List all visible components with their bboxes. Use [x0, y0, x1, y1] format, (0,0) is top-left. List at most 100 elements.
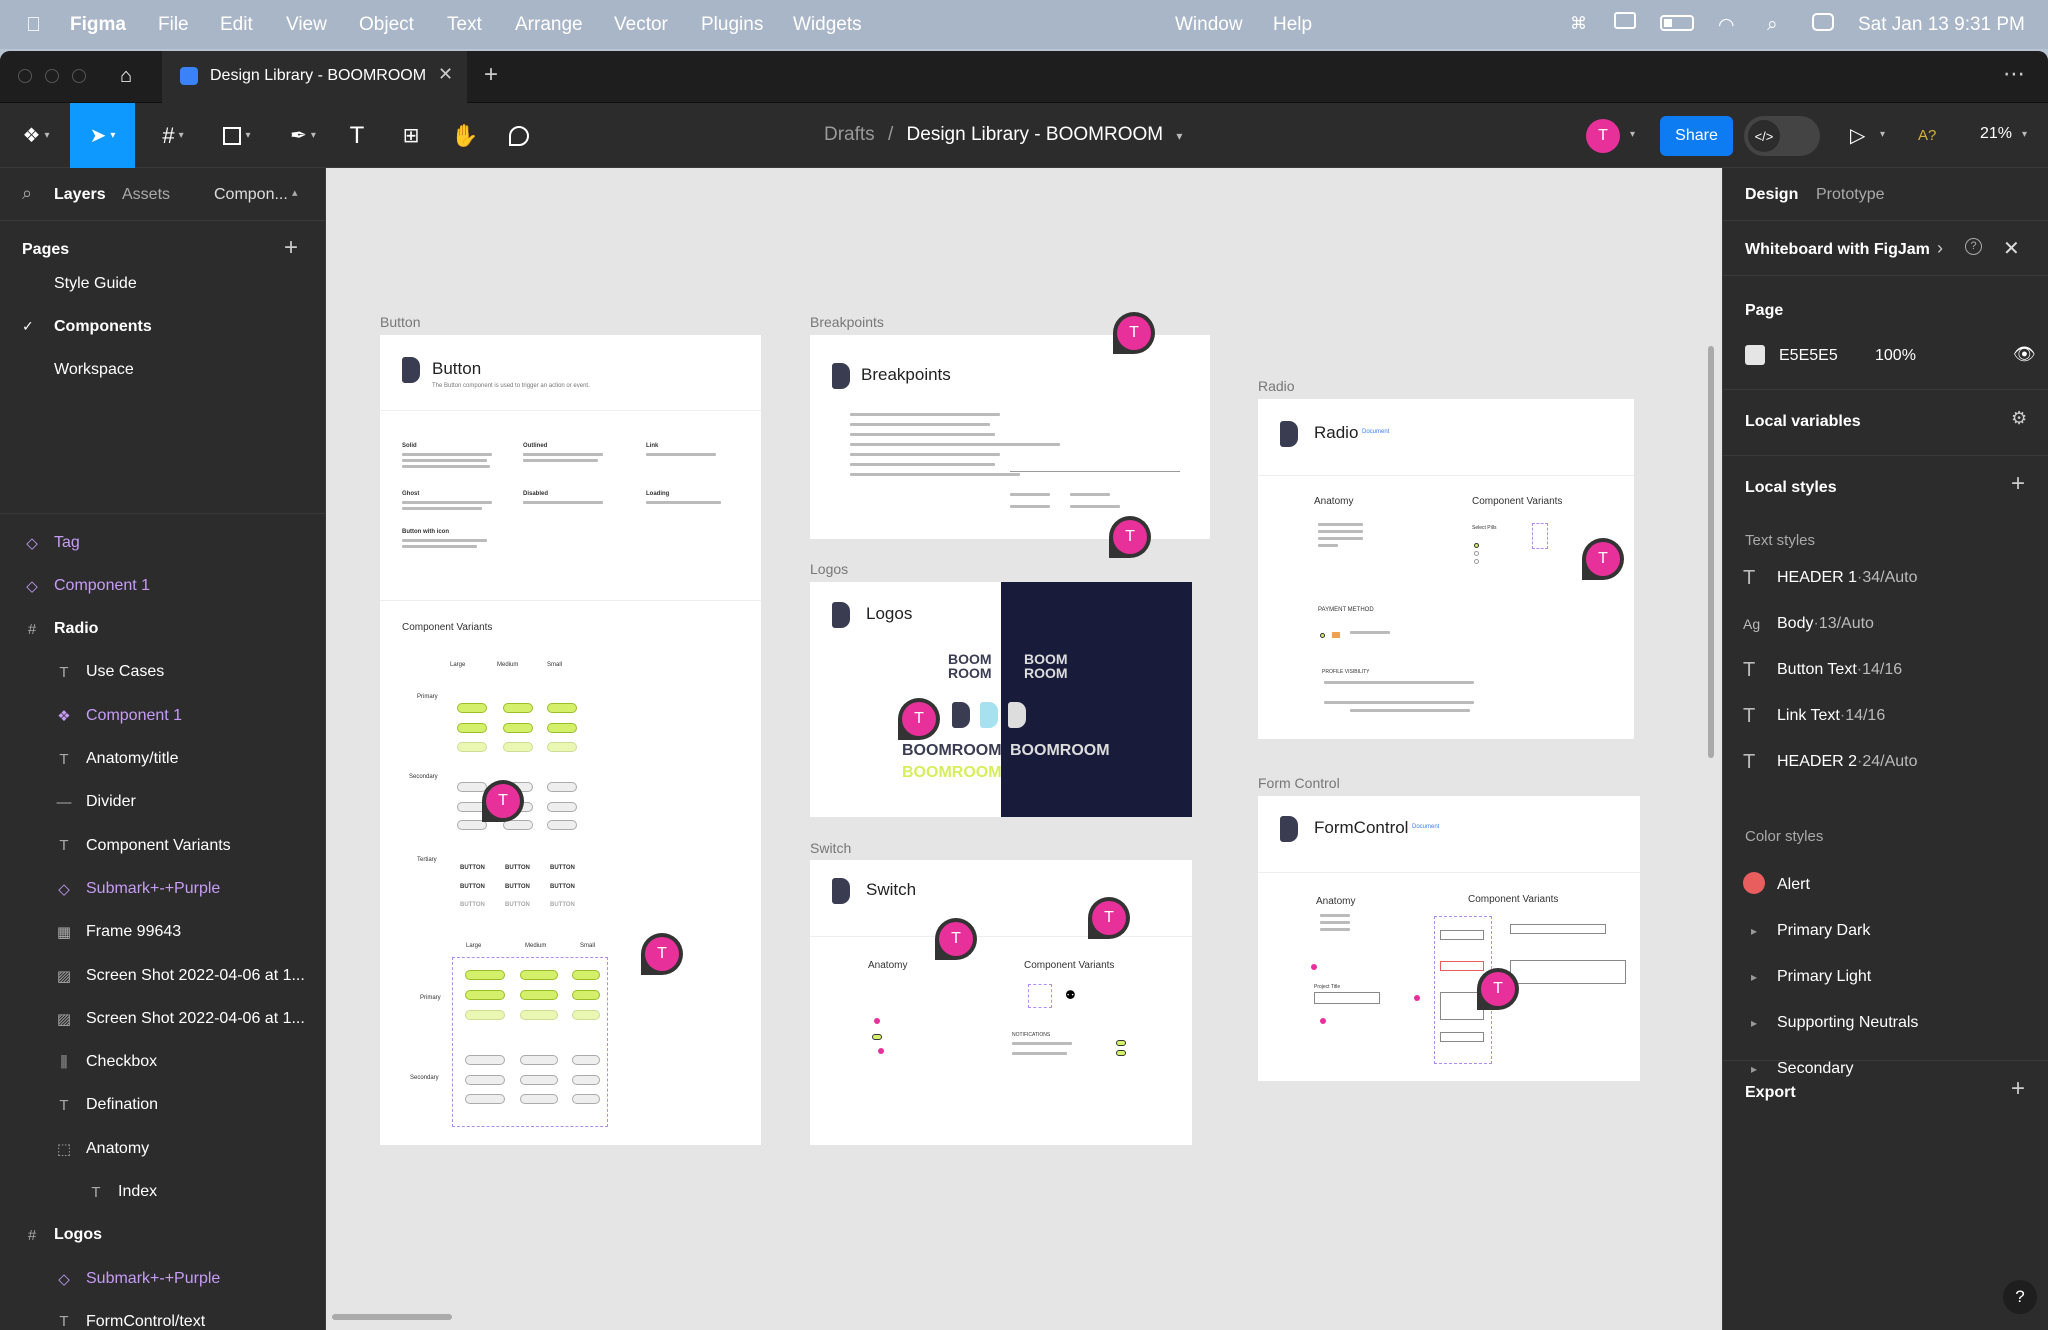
- minimize-window-button[interactable]: [45, 69, 59, 83]
- page-color-hex[interactable]: E5E5E5: [1779, 347, 1838, 365]
- chevron-right-icon[interactable]: ›: [1937, 238, 1943, 259]
- menu-view[interactable]: View: [286, 14, 327, 36]
- page-item-components[interactable]: ✓ Components: [0, 305, 325, 348]
- layer-item[interactable]: T Anatomy/title: [0, 738, 325, 781]
- text-style-item[interactable]: T Button Text · 14/16: [1743, 650, 1902, 690]
- chevron-down-icon[interactable]: ▾: [2022, 129, 2027, 140]
- frame-radio[interactable]: Radio Document Anatomy Component Variant…: [1258, 399, 1634, 739]
- eye-icon[interactable]: 👁: [2013, 344, 2036, 365]
- layer-item[interactable]: T Defination: [0, 1084, 325, 1127]
- layer-item[interactable]: ◇ Submark+-+Purple: [0, 867, 325, 910]
- more-options-icon[interactable]: ⋯: [2003, 61, 2025, 87]
- tab-assets[interactable]: Assets: [122, 186, 170, 204]
- layer-item[interactable]: T Component Variants: [0, 824, 325, 867]
- menu-object[interactable]: Object: [359, 14, 414, 36]
- layer-item[interactable]: T Index: [0, 1171, 325, 1214]
- tab-design[interactable]: Design: [1745, 186, 1798, 204]
- chevron-up-icon[interactable]: ▴: [292, 186, 298, 199]
- home-icon[interactable]: ⌂: [120, 65, 144, 87]
- apple-icon[interactable]: : [26, 14, 41, 37]
- tab-layers[interactable]: Layers: [54, 186, 106, 204]
- frame-switch[interactable]: Switch Anatomy Component Variants ⚉ NOTI…: [810, 860, 1192, 1145]
- layer-item[interactable]: ◇ Submark+-+Purple: [0, 1257, 325, 1300]
- menu-text[interactable]: Text: [447, 14, 482, 36]
- text-style-item[interactable]: T Link Text · 14/16: [1743, 696, 1885, 736]
- hand-tool-button[interactable]: ✋: [450, 103, 480, 168]
- page-item-style-guide[interactable]: Style Guide: [0, 262, 325, 305]
- frame-label-form-control[interactable]: Form Control: [1258, 775, 1340, 791]
- frame-button[interactable]: Button The Button component is used to t…: [380, 335, 761, 1145]
- design-canvas[interactable]: Button Button The Button component is us…: [326, 168, 1722, 1330]
- text-style-item[interactable]: Ag Body · 13/Auto: [1743, 604, 1874, 644]
- menubar-datetime[interactable]: Sat Jan 13 9:31 PM: [1858, 14, 2025, 36]
- search-icon[interactable]: ⌕: [22, 183, 32, 204]
- battery-icon[interactable]: [1660, 15, 1694, 31]
- frame-breakpoints[interactable]: Breakpoints: [810, 335, 1210, 539]
- figjam-banner-title[interactable]: Whiteboard with FigJam: [1745, 241, 1930, 259]
- layer-item[interactable]: T Use Cases: [0, 651, 325, 694]
- help-button[interactable]: ?: [2003, 1280, 2037, 1314]
- play-icon[interactable]: ▷: [1850, 123, 1865, 148]
- page-color-swatch[interactable]: [1745, 345, 1765, 365]
- text-style-item[interactable]: T HEADER 1 · 34/Auto: [1743, 558, 1918, 598]
- help-circle-icon[interactable]: ?: [1965, 238, 1982, 255]
- page-opacity[interactable]: 100%: [1875, 347, 1916, 365]
- chevron-down-icon[interactable]: ▾: [1880, 129, 1885, 140]
- local-variables-label[interactable]: Local variables: [1745, 413, 1861, 431]
- dev-mode-toggle[interactable]: </>: [1744, 116, 1820, 156]
- comment-tool-button[interactable]: [504, 103, 534, 168]
- page-item-workspace[interactable]: Workspace: [0, 348, 325, 391]
- text-tool-button[interactable]: T: [342, 103, 372, 168]
- pen-tool-button[interactable]: ✒ ▾: [280, 103, 326, 168]
- menu-plugins[interactable]: Plugins: [701, 14, 763, 36]
- menu-edit[interactable]: Edit: [220, 14, 253, 36]
- figma-menubar-icon[interactable]: ⌘: [1570, 14, 1587, 34]
- layer-item[interactable]: ⫼ Checkbox: [0, 1041, 325, 1084]
- close-icon[interactable]: ✕: [2003, 236, 2020, 261]
- resources-tool-button[interactable]: ⊞: [396, 103, 426, 168]
- page-dropdown[interactable]: Compon...: [214, 186, 288, 204]
- zoom-level[interactable]: 21%: [1980, 125, 2012, 143]
- file-name[interactable]: Design Library - BOOMROOM: [907, 124, 1164, 145]
- color-style-item[interactable]: ▸ Supporting Neutrals: [1743, 1003, 1918, 1043]
- frame-label-breakpoints[interactable]: Breakpoints: [810, 314, 884, 330]
- horizontal-scrollbar[interactable]: [332, 1314, 452, 1320]
- frame-form-control[interactable]: FormControl Document Anatomy Component V…: [1258, 796, 1640, 1081]
- layer-item[interactable]: ◇ Tag: [0, 521, 325, 564]
- color-style-item[interactable]: ▸ Primary Dark: [1743, 911, 1870, 951]
- avatar[interactable]: T: [1586, 119, 1620, 153]
- share-button[interactable]: Share: [1660, 116, 1733, 156]
- color-style-item[interactable]: ▸ Primary Light: [1743, 957, 1871, 997]
- frame-label-switch[interactable]: Switch: [810, 840, 851, 856]
- add-export-icon[interactable]: +: [2011, 1075, 2025, 1103]
- tab-prototype[interactable]: Prototype: [1816, 186, 1884, 204]
- wifi-icon[interactable]: ◠: [1718, 14, 1735, 37]
- menu-arrange[interactable]: Arrange: [515, 14, 583, 36]
- document-tab[interactable]: Design Library - BOOMROOM ✕: [162, 51, 467, 103]
- color-style-item[interactable]: Alert: [1743, 865, 1810, 905]
- color-style-item[interactable]: ▸ Secondary: [1743, 1049, 1854, 1089]
- font-check-label[interactable]: A?: [1918, 127, 1936, 144]
- breadcrumb-drafts[interactable]: Drafts: [824, 124, 875, 145]
- layer-item[interactable]: ◇ Component 1: [0, 564, 325, 607]
- layer-item[interactable]: ▨ Screen Shot 2022-04-06 at 1...: [0, 997, 325, 1040]
- frame-label-radio[interactable]: Radio: [1258, 378, 1295, 394]
- close-window-button[interactable]: [18, 69, 32, 83]
- frame-logos[interactable]: Logos BOOM ROOM BOOM ROOM BOOMROOM BOOMR…: [810, 582, 1192, 817]
- layer-item[interactable]: ▦ Frame 99643: [0, 911, 325, 954]
- text-style-item[interactable]: T HEADER 2 · 24/Auto: [1743, 742, 1918, 782]
- menu-widgets[interactable]: Widgets: [793, 14, 862, 36]
- new-tab-icon[interactable]: +: [484, 61, 498, 89]
- layer-item[interactable]: ⬚ Anatomy: [0, 1127, 325, 1170]
- menu-file[interactable]: File: [158, 14, 189, 36]
- layer-item[interactable]: ❖ Component 1: [0, 694, 325, 737]
- main-menu-button[interactable]: ❖ ▾: [14, 103, 58, 168]
- add-page-icon[interactable]: +: [284, 234, 298, 262]
- menu-vector[interactable]: Vector: [614, 14, 668, 36]
- chevron-down-icon[interactable]: ▾: [1176, 129, 1182, 143]
- menu-help[interactable]: Help: [1273, 14, 1312, 36]
- layer-item[interactable]: — Divider: [0, 781, 325, 824]
- layer-item[interactable]: # Logos: [0, 1214, 325, 1257]
- vertical-scrollbar[interactable]: [1708, 346, 1714, 758]
- chevron-down-icon[interactable]: ▾: [1630, 129, 1635, 140]
